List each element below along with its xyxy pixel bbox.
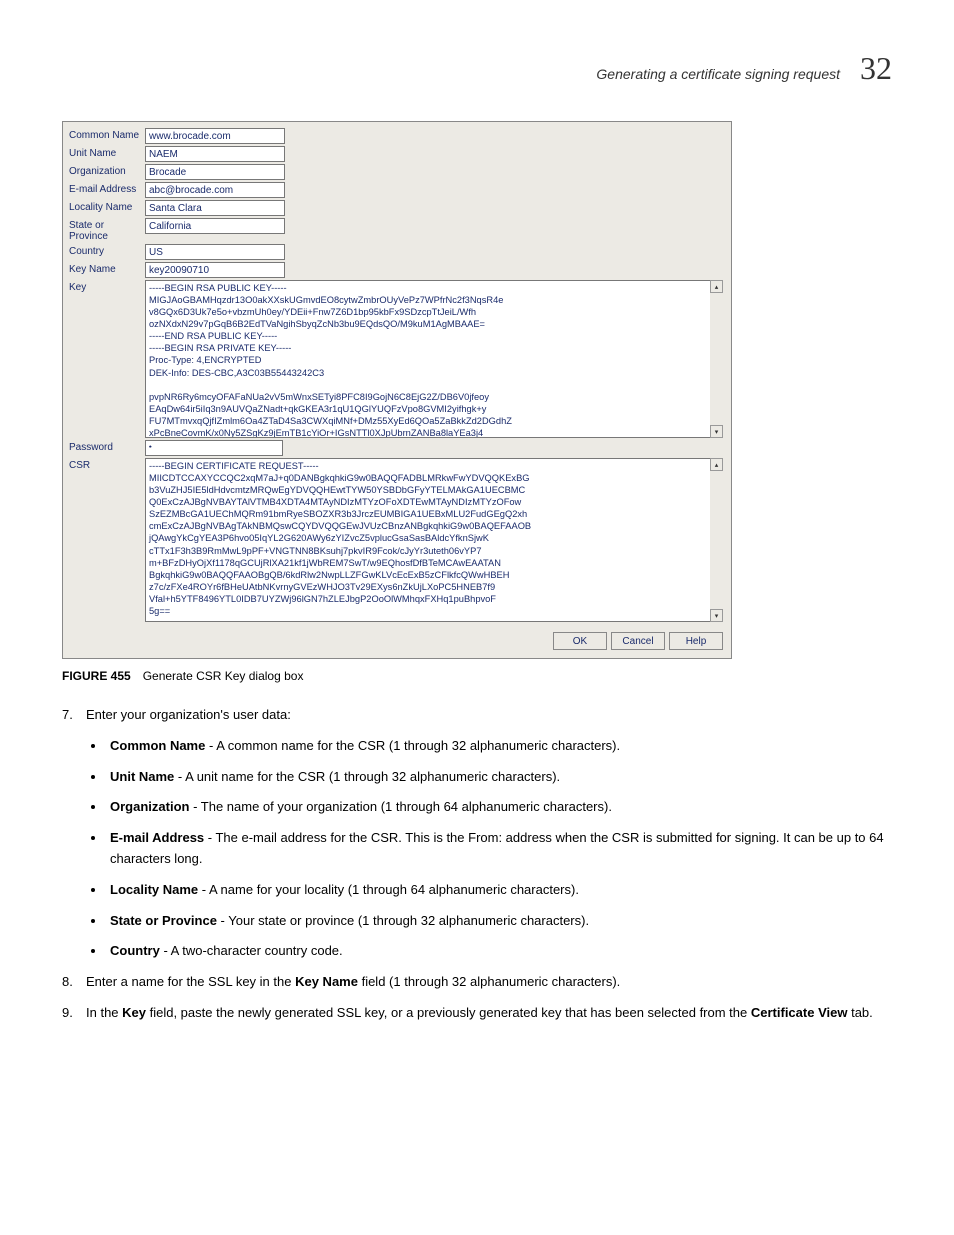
label-password: Password xyxy=(69,440,145,453)
step-number: 8. xyxy=(62,972,73,993)
label-email: E-mail Address xyxy=(69,182,145,195)
email-field[interactable] xyxy=(145,182,285,198)
figure-caption: FIGURE 455 Generate CSR Key dialog box xyxy=(62,669,892,683)
csr-textarea[interactable]: -----BEGIN CERTIFICATE REQUEST----- MIIC… xyxy=(145,458,723,622)
scroll-up-icon[interactable]: ▴ xyxy=(710,280,723,293)
figure-caption-text: Generate CSR Key dialog box xyxy=(143,669,304,683)
help-button[interactable]: Help xyxy=(669,632,723,650)
label-key: Key xyxy=(69,280,145,293)
key-name-field[interactable] xyxy=(145,262,285,278)
country-field[interactable] xyxy=(145,244,285,260)
scroll-down-icon[interactable]: ▾ xyxy=(710,425,723,438)
step-8: 8. Enter a name for the SSL key in the K… xyxy=(86,972,892,993)
organization-field[interactable] xyxy=(145,164,285,180)
step-7-intro: Enter your organization's user data: xyxy=(86,707,291,722)
label-locality: Locality Name xyxy=(69,200,145,213)
label-country: Country xyxy=(69,244,145,257)
key-scrollbar[interactable]: ▴ ▾ xyxy=(710,280,723,438)
label-organization: Organization xyxy=(69,164,145,177)
label-common-name: Common Name xyxy=(69,128,145,141)
header-chapter: 32 xyxy=(860,50,892,87)
common-name-field[interactable] xyxy=(145,128,285,144)
step-9: 9. In the Key field, paste the newly gen… xyxy=(86,1003,892,1024)
step-7: 7. Enter your organization's user data: … xyxy=(86,705,892,962)
scroll-up-icon[interactable]: ▴ xyxy=(710,458,723,471)
bullet-common-name: Common Name - A common name for the CSR … xyxy=(106,736,892,757)
csr-dialog: Common Name Unit Name Organization E-mai… xyxy=(62,121,732,659)
key-textarea[interactable]: -----BEGIN RSA PUBLIC KEY----- MIGJAoGBA… xyxy=(145,280,723,438)
csr-scrollbar[interactable]: ▴ ▾ xyxy=(710,458,723,622)
cancel-button[interactable]: Cancel xyxy=(611,632,665,650)
bullet-unit-name: Unit Name - A unit name for the CSR (1 t… xyxy=(106,767,892,788)
label-state: State or Province xyxy=(69,218,145,242)
label-key-name: Key Name xyxy=(69,262,145,275)
header-title: Generating a certificate signing request xyxy=(596,66,840,82)
step-number: 7. xyxy=(62,705,73,726)
bullet-country: Country - A two-character country code. xyxy=(106,941,892,962)
label-csr: CSR xyxy=(69,458,145,471)
state-field[interactable] xyxy=(145,218,285,234)
step-number: 9. xyxy=(62,1003,73,1024)
bullet-state: State or Province - Your state or provin… xyxy=(106,911,892,932)
scroll-down-icon[interactable]: ▾ xyxy=(710,609,723,622)
page-header: Generating a certificate signing request… xyxy=(62,50,892,87)
label-unit-name: Unit Name xyxy=(69,146,145,159)
figure-label: FIGURE 455 xyxy=(62,669,131,683)
bullet-email: E-mail Address - The e-mail address for … xyxy=(106,828,892,870)
locality-field[interactable] xyxy=(145,200,285,216)
bullet-organization: Organization - The name of your organiza… xyxy=(106,797,892,818)
ok-button[interactable]: OK xyxy=(553,632,607,650)
bullet-locality: Locality Name - A name for your locality… xyxy=(106,880,892,901)
password-field[interactable] xyxy=(145,440,283,456)
unit-name-field[interactable] xyxy=(145,146,285,162)
